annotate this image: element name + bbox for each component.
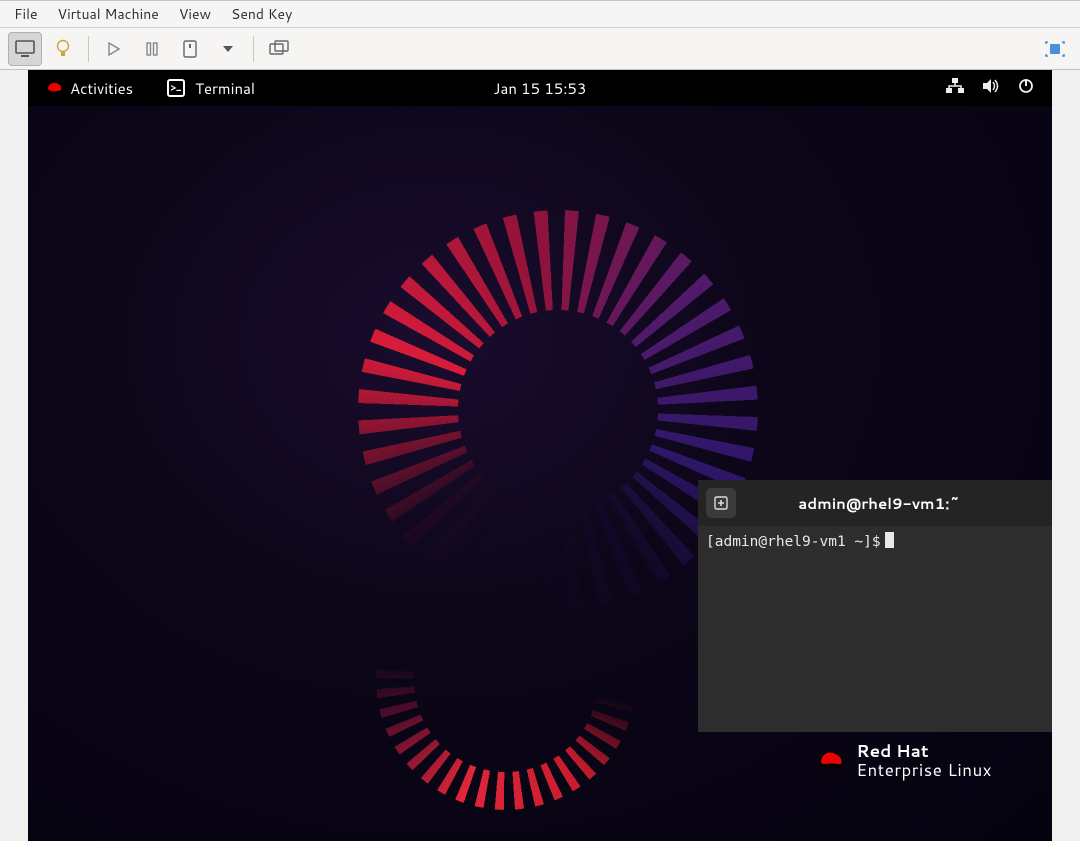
clock-button[interactable]: Jan 15 15:53 [494,78,587,99]
toolbar-separator [253,36,254,62]
terminal-body[interactable]: [admin@rhel9-vm1 ~]$ [698,526,1052,732]
terminal-cursor [885,532,894,548]
fullscreen-button[interactable] [1038,32,1072,66]
menu-view[interactable]: View [169,0,221,28]
terminal-prompt: [admin@rhel9-vm1 ~]$ [706,534,881,550]
terminal-icon: >_ [167,79,185,97]
volume-icon[interactable] [982,78,1000,99]
guest-display[interactable]: Activities >_ Terminal Jan 15 15:53 [28,70,1052,841]
terminal-window[interactable]: admin@rhel9-vm1:~ [admin@rhel9-vm1 ~]$ [698,480,1052,732]
toolbar-separator [88,36,89,62]
host-menubar: File Virtual Machine View Send Key [0,0,1080,28]
shutdown-menu-button[interactable] [211,32,245,66]
current-app-label: Terminal [195,78,255,99]
redhat-icon [46,77,64,100]
gnome-topbar: Activities >_ Terminal Jan 15 15:53 [28,70,1052,106]
host-toolbar [0,28,1080,70]
power-icon[interactable] [1018,78,1034,99]
run-button[interactable] [97,32,131,66]
network-icon[interactable] [946,78,964,99]
terminal-titlebar[interactable]: admin@rhel9-vm1:~ [698,480,1052,526]
brand-line2: Enterprise Linux [856,761,992,781]
terminal-title: admin@rhel9-vm1:~ [744,493,1044,514]
menu-file[interactable]: File [4,0,48,28]
details-button[interactable] [46,32,80,66]
console-button[interactable] [8,32,42,66]
menu-virtual-machine[interactable]: Virtual Machine [48,0,169,28]
redhat-branding: Red Hat Enterprise Linux [818,742,992,781]
redhat-logo-icon [818,748,846,775]
shutdown-button[interactable] [173,32,207,66]
menu-send-key[interactable]: Send Key [221,0,302,28]
new-tab-button[interactable] [706,488,736,518]
activities-button[interactable]: Activities [46,77,133,100]
wallpaper-nine [318,210,758,770]
pause-button[interactable] [135,32,169,66]
activities-label: Activities [70,78,133,99]
snapshots-button[interactable] [262,32,296,66]
current-app-button[interactable]: >_ Terminal [167,78,255,99]
